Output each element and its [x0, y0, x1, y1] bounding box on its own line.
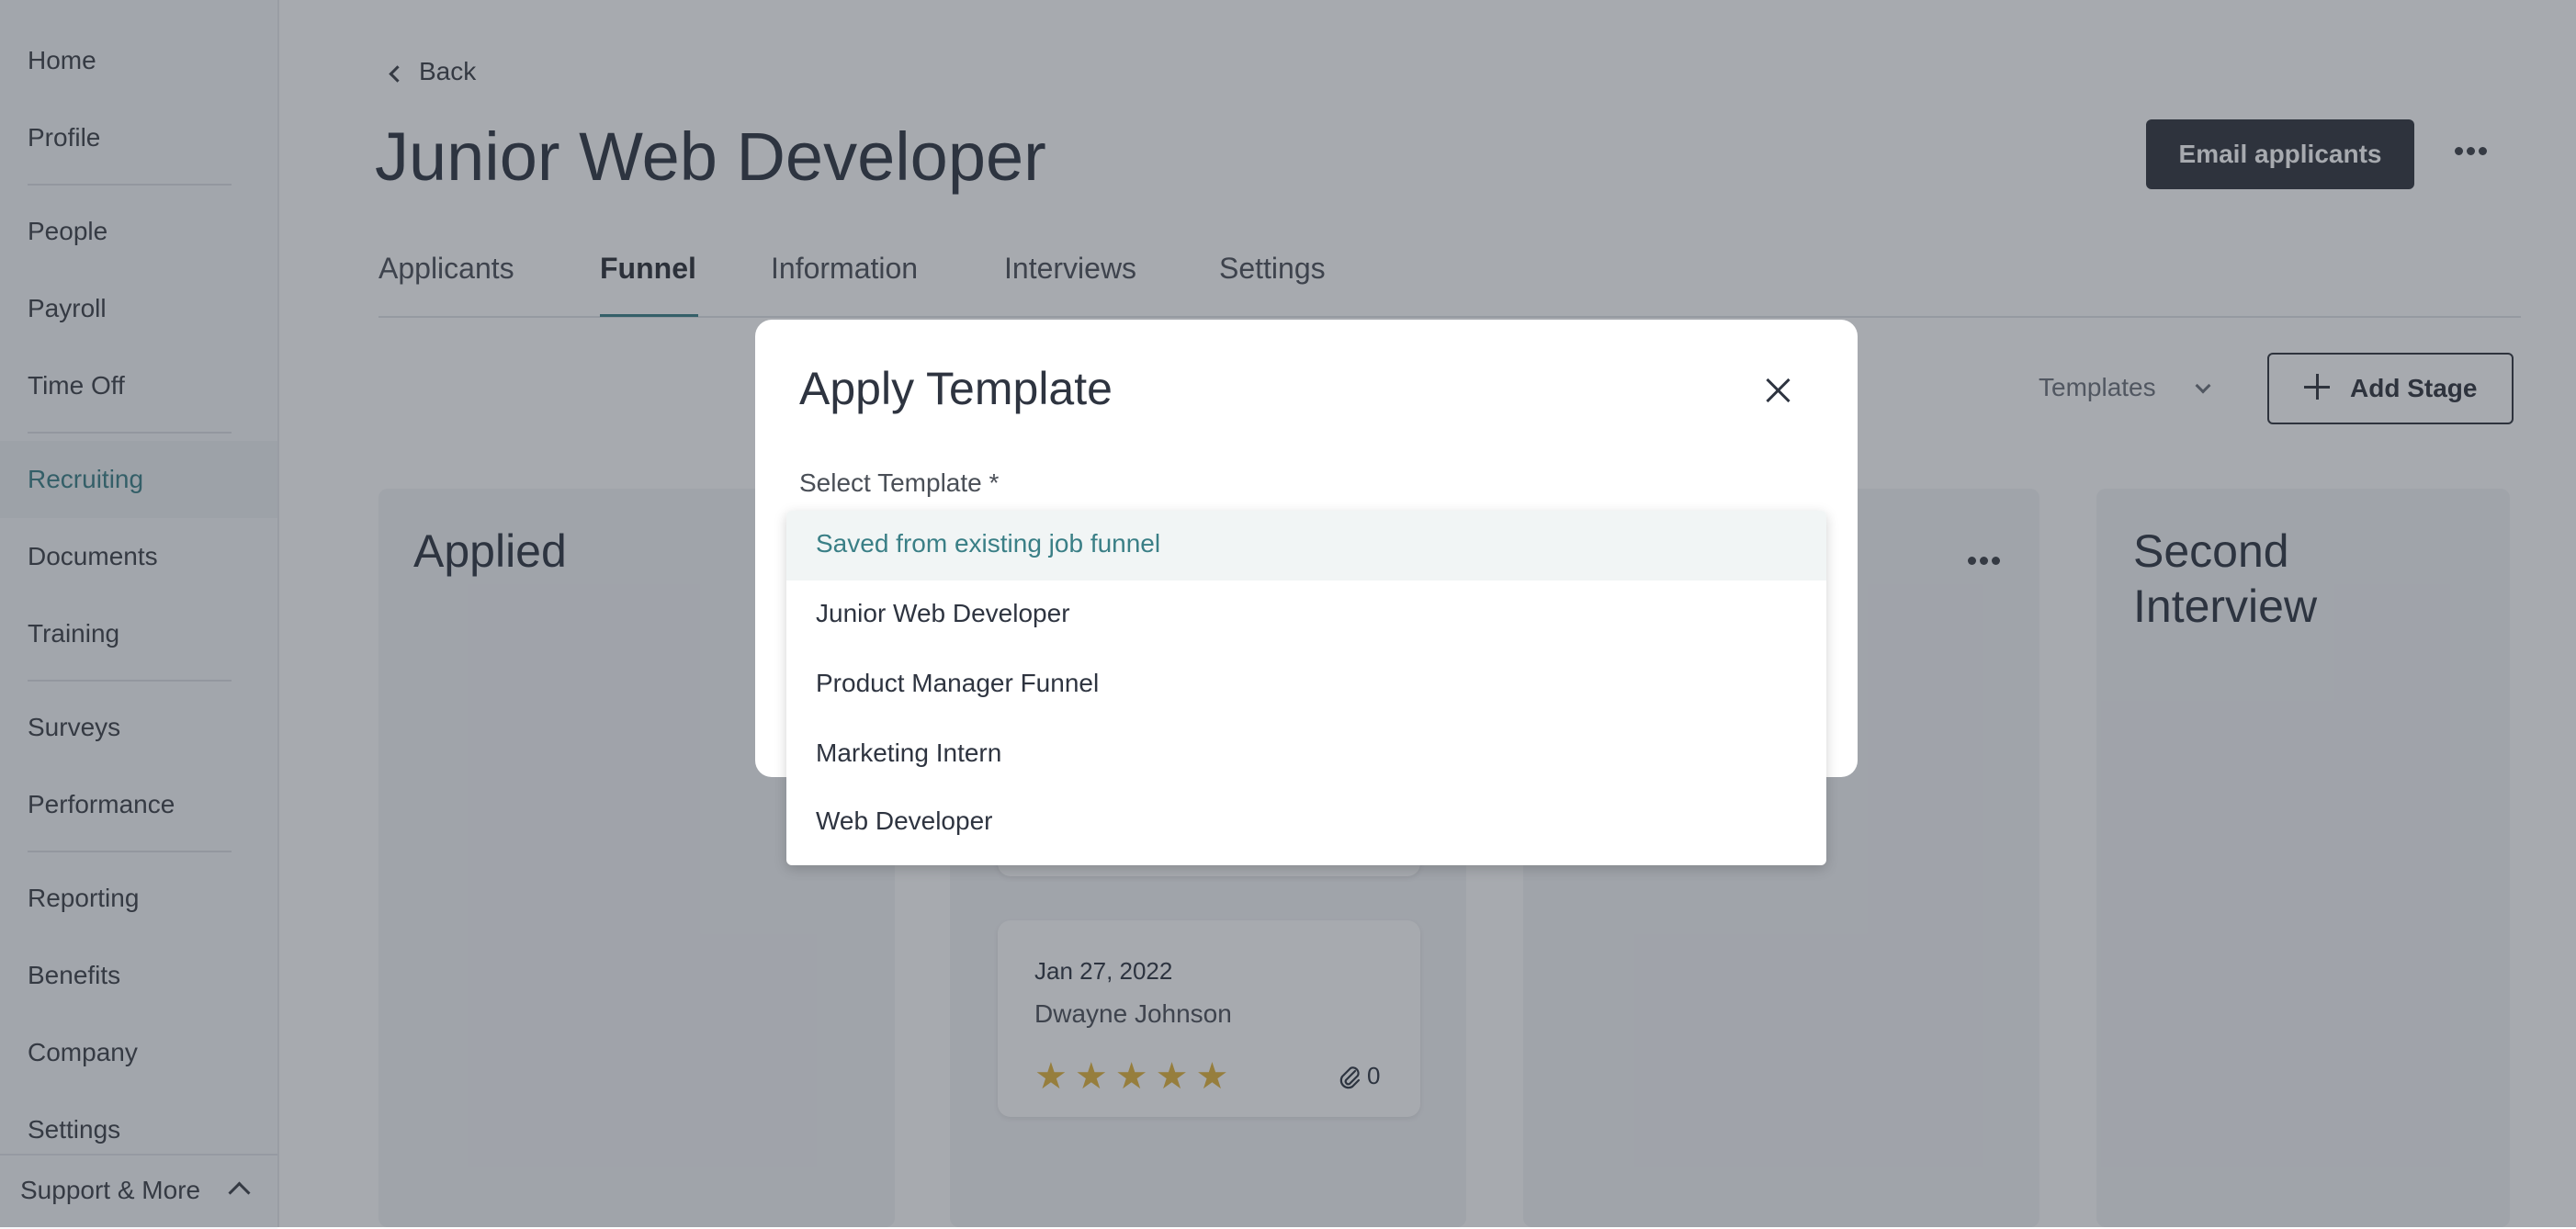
close-icon[interactable] [1764, 377, 1791, 404]
template-options-list: Saved from existing job funnel Junior We… [786, 511, 1826, 865]
template-option[interactable]: Marketing Intern [786, 720, 1826, 790]
template-option[interactable]: Product Manager Funnel [786, 650, 1826, 720]
template-option[interactable]: Saved from existing job funnel [786, 511, 1826, 581]
template-option-label: Saved from existing job funnel [816, 529, 1161, 558]
modal-title: Apply Template [799, 363, 1113, 414]
template-option-label: Web Developer [816, 806, 993, 835]
template-option-label: Marketing Intern [816, 739, 1002, 767]
select-template-label: Select Template * [799, 468, 1000, 497]
template-option-label: Product Manager Funnel [816, 669, 1100, 697]
template-option[interactable]: Junior Web Developer [786, 581, 1826, 650]
template-option[interactable]: Web Developer [786, 788, 1826, 858]
template-option-label: Junior Web Developer [816, 599, 1070, 627]
